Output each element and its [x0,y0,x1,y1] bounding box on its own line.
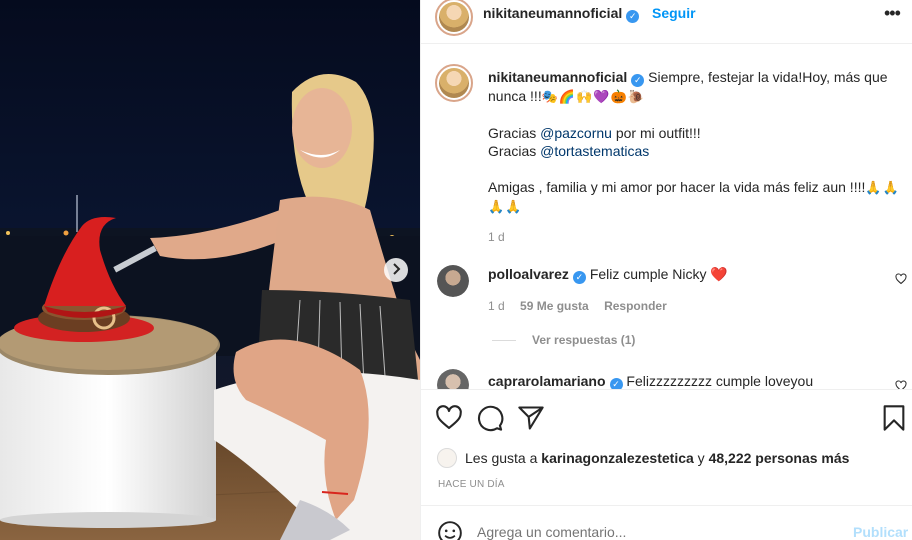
reply-button[interactable]: Responder [604,299,667,313]
view-replies-button[interactable]: Ver respuestas (1) [492,333,635,347]
author-username[interactable]: nikitaneumannoficial [483,5,622,21]
publish-button[interactable]: Publicar [853,524,908,540]
comment-1-text: Feliz cumple Nicky [589,266,707,282]
likes-prefix: Les gusta a [465,450,542,466]
thanks-1-suffix: por mi outfit!!! [611,125,701,141]
comment-1-username[interactable]: polloalvarez [488,266,569,282]
author-username-row[interactable]: nikitaneumannoficial ✓ [483,5,640,23]
follow-button[interactable]: Seguir [652,5,696,21]
red-heart-emoji: ❤️ [710,266,728,282]
comment-1-likes[interactable]: 59 Me gusta [520,299,589,313]
caption-line-3: Amigas , familia y mi amor por hacer la … [488,179,866,195]
view-replies-label: Ver respuestas (1) [532,333,636,347]
comment-1: polloalvarez ✓ Feliz cumple Nicky ❤️ [488,265,902,284]
action-bar [421,400,912,436]
mention-tortastematicas[interactable]: @tortastematicas [540,143,649,159]
comment-1-like-heart-icon[interactable] [895,273,907,288]
chevron-right-icon [391,262,401,278]
likes-count[interactable]: 48,222 personas más [709,450,850,466]
comment-avatar[interactable] [437,369,469,389]
mention-pazcornu[interactable]: @pazcornu [540,125,612,141]
comment-avatar[interactable] [437,265,469,297]
author-avatar[interactable] [435,0,473,36]
post-timestamp[interactable]: HACE UN DÍA [438,479,505,490]
caption-username[interactable]: nikitaneumannoficial [488,69,627,85]
comment-input[interactable] [477,524,837,540]
thanks-2-prefix: Gracias [488,143,541,159]
paper-plane-icon[interactable] [517,404,545,432]
comment-2-username[interactable]: caprarolamariano [488,373,606,389]
likes-middle: y [693,450,709,466]
carousel-next-button[interactable] [384,258,408,282]
verified-badge-icon: ✓ [631,74,645,87]
comment-2: caprarolamariano ✓ Felizzzzzzzzz cumple l… [488,372,902,389]
comment-1-meta: 1 d 59 Me gusta Responder [488,299,667,313]
comment-2-text: Felizzzzzzzzz cumple loveyou [626,373,814,389]
verified-badge-icon: ✓ [609,378,623,389]
post-header: nikitaneumannoficial ✓ Seguir ••• [421,0,912,44]
more-options-icon[interactable]: ••• [884,3,901,24]
comment-icon[interactable] [476,404,504,432]
verified-badge-icon: ✓ [572,271,586,284]
verified-badge-icon: ✓ [626,10,640,23]
heart-icon[interactable] [435,404,463,432]
add-comment-row: Publicar [421,506,912,540]
post-panel: nikitaneumannoficial ✓ Seguir ••• nikitan… [420,0,912,540]
liker-username[interactable]: karinagonzalezestetica [541,450,694,466]
photo-scene [0,0,420,540]
actions-divider [421,389,912,390]
caption-time[interactable]: 1 d [488,228,902,246]
liker-avatar[interactable] [437,448,457,468]
caption-emojis-1: 🎭🌈🙌💜🎃🐌 [541,89,645,104]
caption: nikitaneumannoficial ✓ Siempre, festejar … [488,68,902,246]
comments-section[interactable]: nikitaneumannoficial ✓ Siempre, festejar … [421,44,912,389]
caption-avatar[interactable] [435,64,473,102]
post-photo[interactable] [0,0,420,540]
bookmark-icon[interactable] [880,404,908,432]
comment-1-time[interactable]: 1 d [488,299,505,313]
replies-line [492,340,516,342]
comment-2-like-heart-icon[interactable] [895,380,907,389]
thanks-1-prefix: Gracias [488,125,541,141]
smiley-icon[interactable] [437,520,463,540]
likes-summary: Les gusta a karinagonzalezestetica y 48,… [437,448,907,468]
